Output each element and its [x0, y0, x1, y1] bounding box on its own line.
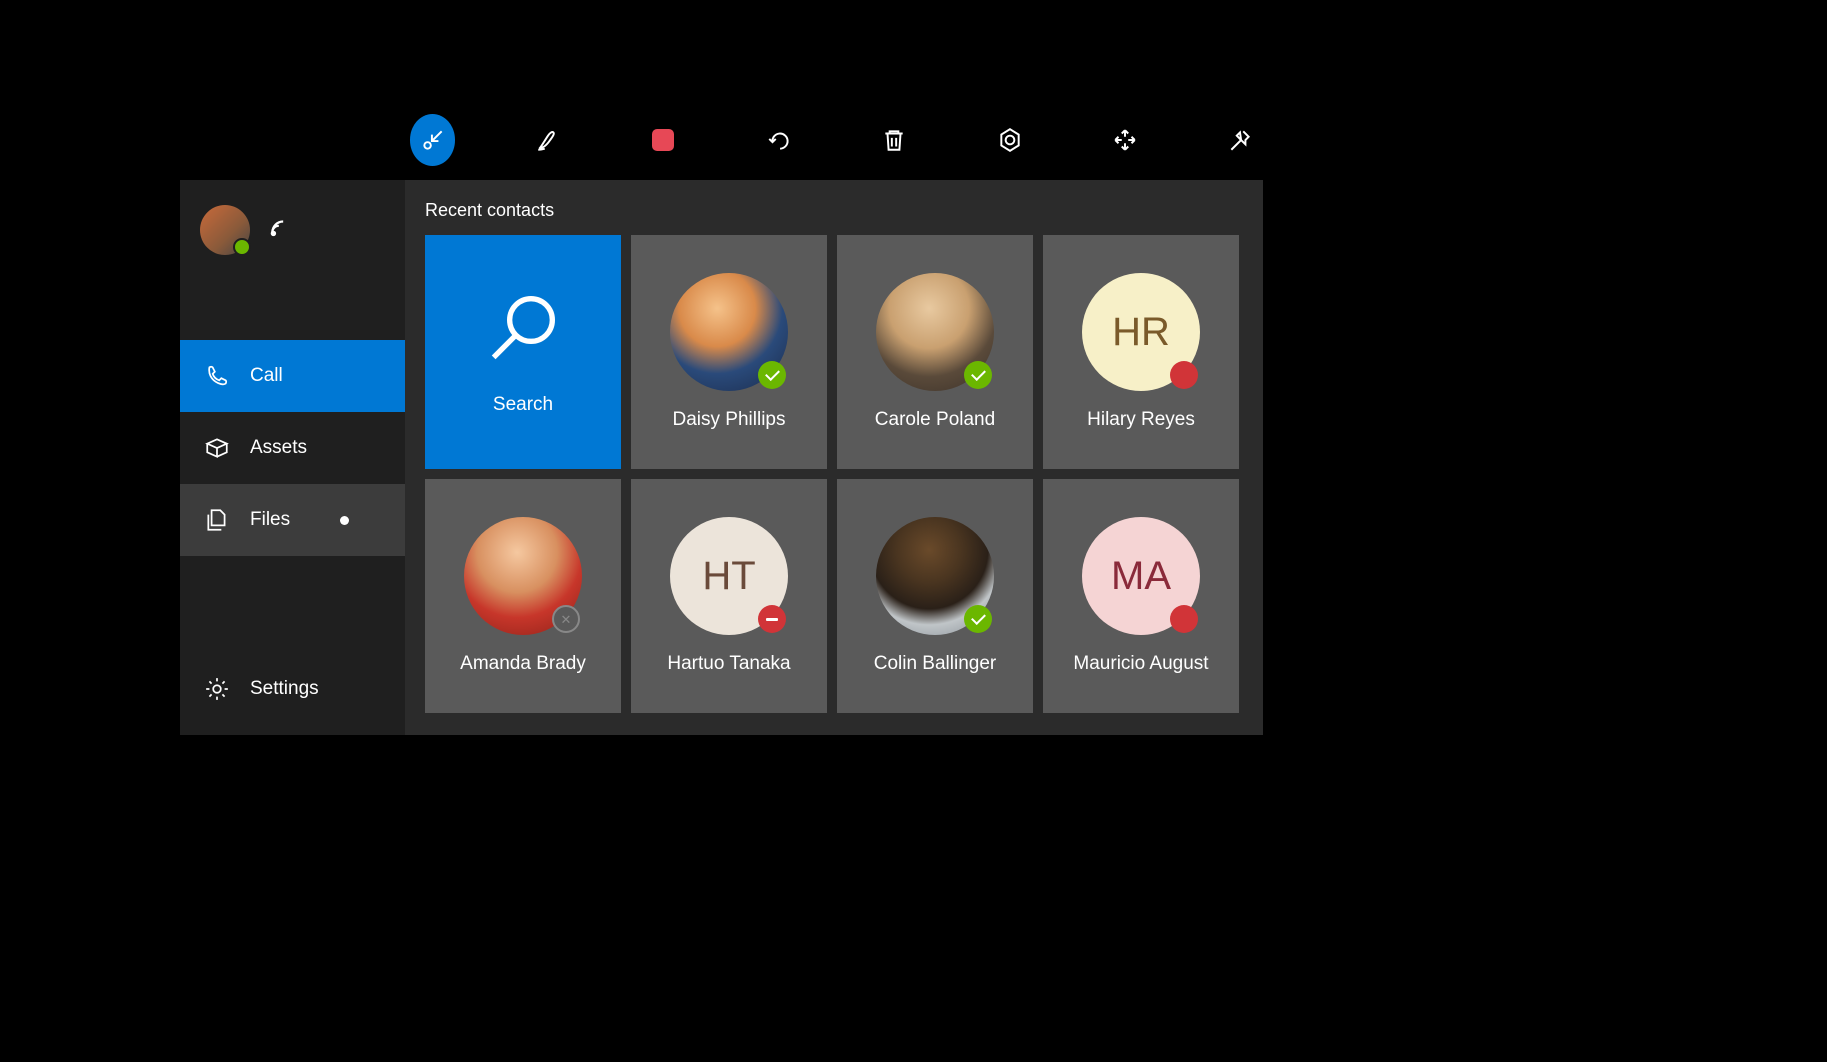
nav-label: Call — [250, 365, 283, 387]
sidebar-item-settings[interactable]: Settings — [180, 653, 405, 725]
contact-tile[interactable]: Colin Ballinger — [837, 479, 1033, 713]
box-icon — [204, 435, 230, 461]
phone-icon — [204, 363, 230, 389]
avatar: MA — [1082, 517, 1200, 635]
avatar — [876, 273, 994, 391]
collapse-button[interactable] — [410, 114, 455, 166]
avatar: HT — [670, 517, 788, 635]
undo-button[interactable] — [756, 114, 801, 166]
record-button[interactable] — [641, 114, 686, 166]
avatar: HR — [1082, 273, 1200, 391]
pin-icon — [1227, 127, 1253, 153]
main-panel: Recent contacts Search Daisy Phillips — [405, 180, 1263, 735]
collapse-icon — [420, 127, 446, 153]
move-button[interactable] — [1102, 114, 1147, 166]
avatar — [464, 517, 582, 635]
undo-icon — [766, 127, 792, 153]
search-tile[interactable]: Search — [425, 235, 621, 469]
contact-tile[interactable]: Amanda Brady — [425, 479, 621, 713]
record-icon — [652, 129, 674, 151]
contact-name: Hilary Reyes — [1087, 409, 1195, 431]
status-available-icon — [964, 605, 992, 633]
contacts-grid: Search Daisy Phillips Carole Poland — [425, 235, 1243, 713]
nav-label: Assets — [250, 437, 307, 459]
notification-dot — [340, 516, 349, 525]
contact-name: Daisy Phillips — [673, 409, 786, 431]
settings-ring-button[interactable] — [987, 114, 1032, 166]
section-title: Recent contacts — [425, 200, 1243, 221]
pen-button[interactable] — [525, 114, 570, 166]
contact-tile[interactable]: Daisy Phillips — [631, 235, 827, 469]
sidebar-item-call[interactable]: Call — [180, 340, 405, 412]
nav-label: Files — [250, 509, 290, 531]
app-window: Call Assets Files — [180, 180, 1263, 735]
files-icon — [204, 507, 230, 533]
status-available-icon — [964, 361, 992, 389]
search-icon — [483, 288, 563, 368]
contact-tile[interactable]: Carole Poland — [837, 235, 1033, 469]
contact-name: Amanda Brady — [460, 653, 586, 675]
status-offline-icon — [552, 605, 580, 633]
sidebar-item-assets[interactable]: Assets — [180, 412, 405, 484]
nav-list: Call Assets Files — [180, 280, 405, 735]
status-busy-icon — [1170, 605, 1198, 633]
status-available-icon — [758, 361, 786, 389]
pin-button[interactable] — [1218, 114, 1263, 166]
wifi-icon — [268, 215, 294, 246]
contact-tile[interactable]: MA Mauricio August — [1043, 479, 1239, 713]
tile-label: Search — [493, 394, 553, 416]
status-dnd-icon — [758, 605, 786, 633]
delete-button[interactable] — [872, 114, 917, 166]
status-busy-icon — [1170, 361, 1198, 389]
user-avatar[interactable] — [200, 205, 250, 255]
move-icon — [1112, 127, 1138, 153]
hexagon-icon — [997, 127, 1023, 153]
contact-tile[interactable]: HR Hilary Reyes — [1043, 235, 1239, 469]
avatar — [670, 273, 788, 391]
pen-icon — [535, 127, 561, 153]
contact-name: Hartuo Tanaka — [667, 653, 790, 675]
nav-label: Settings — [250, 678, 319, 700]
toolbar — [180, 100, 1263, 180]
profile-area — [180, 180, 405, 280]
contact-name: Colin Ballinger — [874, 653, 997, 675]
sidebar: Call Assets Files — [180, 180, 405, 735]
contact-name: Mauricio August — [1073, 653, 1208, 675]
gear-icon — [204, 676, 230, 702]
contact-name: Carole Poland — [875, 409, 995, 431]
trash-icon — [881, 127, 907, 153]
sidebar-item-files[interactable]: Files — [180, 484, 405, 556]
avatar — [876, 517, 994, 635]
contact-tile[interactable]: HT Hartuo Tanaka — [631, 479, 827, 713]
